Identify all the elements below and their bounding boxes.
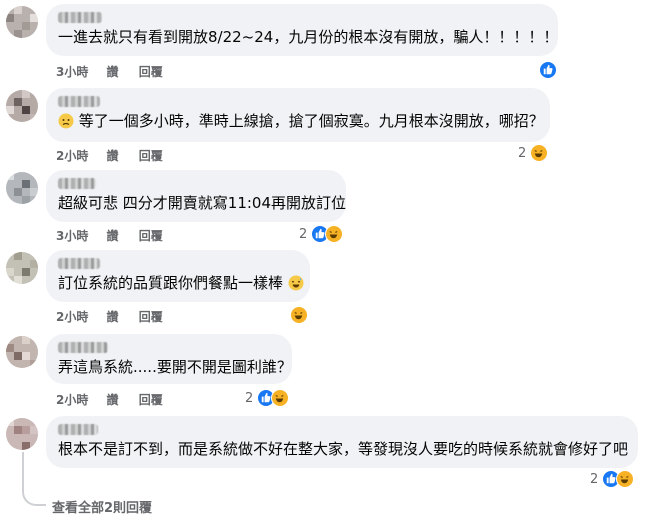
comment-bubble: 弄這鳥系統.....要開不開是圖利誰？: [46, 334, 292, 384]
author-name[interactable]: [58, 178, 96, 189]
avatar[interactable]: [6, 336, 38, 368]
author-name[interactable]: [58, 342, 108, 353]
reaction-count: 2: [518, 145, 527, 161]
reaction-summary[interactable]: 2: [518, 144, 549, 162]
like-button[interactable]: 讚: [107, 393, 119, 407]
comment-actions: 2小時 讚 回覆: [56, 147, 179, 164]
comment-text: 一進去就只有看到開放8/22~24，九月份的根本沒有開放，騙人！！！！！: [58, 28, 559, 46]
comment-text: 弄這鳥系統.....要開不開是圖利誰？: [58, 358, 292, 376]
like-reaction-icon: [539, 61, 557, 79]
avatar[interactable]: [6, 90, 38, 122]
comment-text: 等了一個多小時，準時上線搶，搶了個寂寞。九月根本沒開放，哪招？: [78, 112, 544, 130]
avatar[interactable]: [6, 252, 38, 284]
reaction-summary[interactable]: [290, 306, 308, 324]
timestamp[interactable]: 3小時: [56, 229, 88, 243]
reaction-summary[interactable]: 2: [590, 470, 635, 488]
author-name[interactable]: [58, 96, 100, 107]
timestamp[interactable]: 2小時: [56, 393, 88, 407]
reaction-count: 2: [299, 226, 308, 242]
reply-button[interactable]: 回覆: [139, 149, 163, 163]
reply-button[interactable]: 回覆: [139, 393, 163, 407]
comment-actions: 3小時 讚 回覆: [56, 227, 179, 244]
reaction-summary[interactable]: 2: [299, 225, 344, 243]
reply-button[interactable]: 回覆: [139, 65, 163, 79]
comment-text: 超級可悲 四分才開賣就寫11:04再開放訂位: [58, 194, 346, 212]
reaction-count: 2: [590, 471, 599, 487]
author-name[interactable]: [58, 424, 98, 435]
comment-actions: 2小時 讚 回覆: [56, 308, 179, 325]
comment-bubble: 一進去就只有看到開放8/22~24，九月份的根本沒有開放，騙人！！！！！: [46, 4, 558, 56]
reply-button[interactable]: 回覆: [139, 310, 163, 324]
comment-bubble: 根本不是訂不到，而是系統做不好在整大家，等發現沒人要吃的時候系統就會修好了吧: [46, 416, 638, 468]
reaction-count: 2: [245, 390, 254, 406]
haha-reaction-icon: [271, 389, 290, 407]
haha-reaction-icon: [616, 470, 635, 488]
haha-reaction-icon: [290, 306, 308, 324]
timestamp[interactable]: 2小時: [56, 310, 88, 324]
comment-bubble: 訂位系統的品質跟你們餐點一樣棒: [46, 250, 310, 302]
avatar[interactable]: [6, 418, 38, 450]
avatar[interactable]: [6, 6, 38, 38]
avatar[interactable]: [6, 172, 38, 204]
timestamp[interactable]: 2小時: [56, 149, 88, 163]
grin-sweat-icon: [288, 275, 304, 291]
comment-actions: 2小時 讚 回覆: [56, 391, 179, 408]
author-name[interactable]: [58, 12, 102, 23]
reaction-summary[interactable]: 2: [245, 389, 290, 407]
view-more-replies-link[interactable]: 查看全部2則回覆: [52, 497, 152, 516]
like-button[interactable]: 讚: [107, 149, 119, 163]
comment-actions: 3小時 讚 回覆: [56, 63, 179, 80]
comment-text: 根本不是訂不到，而是系統做不好在整大家，等發現沒人要吃的時候系統就會修好了吧: [58, 440, 629, 458]
author-name[interactable]: [58, 258, 100, 269]
timestamp[interactable]: 3小時: [56, 65, 88, 79]
haha-reaction-icon: [530, 144, 549, 162]
comment-text: 訂位系統的品質跟你們餐點一樣棒: [58, 274, 284, 292]
haha-reaction-icon: [325, 225, 344, 243]
comment-bubble: 超級可悲 四分才開賣就寫11:04再開放訂位: [46, 170, 346, 222]
thread-line: [22, 452, 24, 472]
comment-bubble: 等了一個多小時，準時上線搶，搶了個寂寞。九月根本沒開放，哪招？: [46, 88, 550, 142]
worried-face-icon: [58, 113, 74, 129]
reply-connector: [22, 470, 46, 506]
reply-button[interactable]: 回覆: [139, 229, 163, 243]
like-button[interactable]: 讚: [107, 229, 119, 243]
like-button[interactable]: 讚: [107, 310, 119, 324]
reaction-summary[interactable]: [539, 61, 557, 79]
like-button[interactable]: 讚: [107, 65, 119, 79]
